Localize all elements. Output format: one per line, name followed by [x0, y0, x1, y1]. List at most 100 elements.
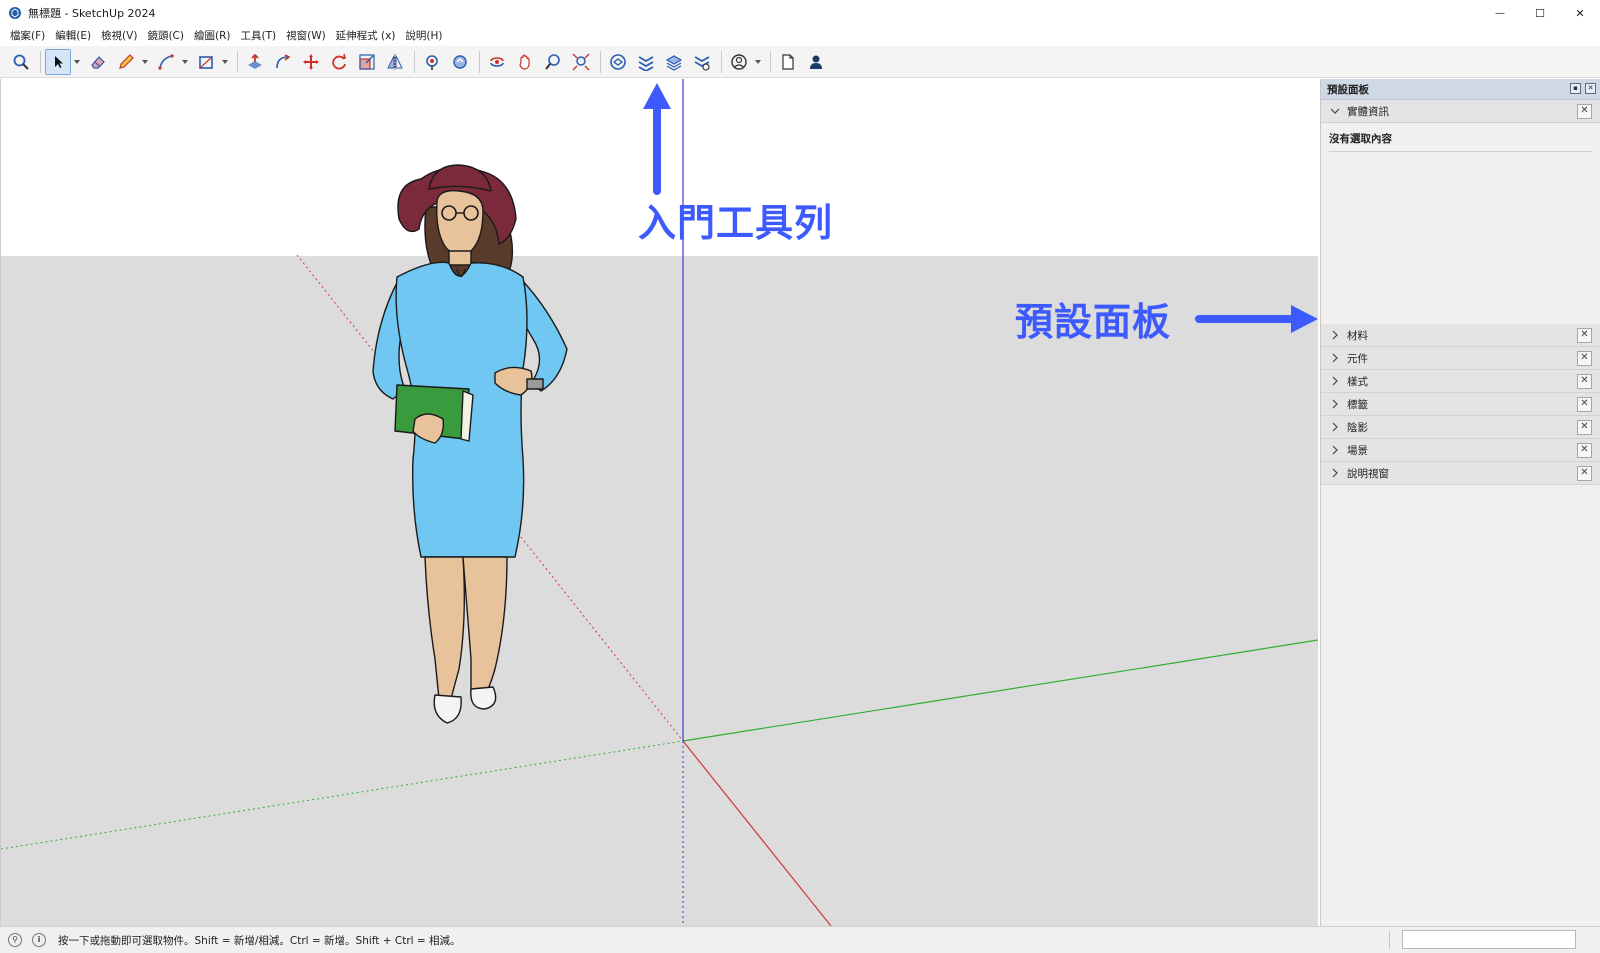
panel-label: 實體資訊 [1347, 105, 1389, 118]
toolbar-separator [414, 50, 415, 73]
rectangle-tool-button[interactable] [193, 49, 219, 75]
tray-annotation-label: 預設面板 [1015, 300, 1172, 344]
close-window-button[interactable]: ✕ [1560, 0, 1600, 26]
panel-close-button[interactable]: ✕ [1577, 466, 1592, 481]
panel-label: 場景 [1347, 444, 1368, 457]
close-icon: ✕ [1587, 84, 1594, 92]
pencil-icon [119, 53, 134, 69]
maximize-button[interactable]: ☐ [1520, 0, 1560, 26]
panel-label: 標籤 [1347, 398, 1368, 411]
chevron-down-icon [142, 59, 148, 64]
3d-warehouse-button[interactable] [605, 49, 631, 75]
toolbar-separator [237, 50, 238, 73]
mirror-tool-button[interactable] [382, 49, 408, 75]
account-button[interactable] [726, 49, 752, 75]
push-pull-tool-button[interactable] [242, 49, 268, 75]
menu-view[interactable]: 檢視(V) [96, 26, 142, 46]
offset-tool-button[interactable] [270, 49, 296, 75]
tray-header: 預設面板 ▪ ✕ [1321, 79, 1600, 100]
minimize-button[interactable]: — [1480, 0, 1520, 26]
status-bar: ⚲ i 按一下或拖動即可選取物件。Shift = 新增/相減。Ctrl = 新增… [0, 926, 1600, 953]
panel-close-button[interactable]: ✕ [1577, 328, 1592, 343]
menu-help[interactable]: 說明(H) [400, 26, 447, 46]
account-icon [731, 53, 747, 70]
arc-tool-button[interactable] [153, 49, 179, 75]
title-bar: 無標題 - SketchUp 2024 — ☐ ✕ [0, 0, 1600, 26]
toolbar-separator [479, 50, 480, 73]
select-dropdown[interactable] [73, 49, 81, 75]
menu-tools[interactable]: 工具(T) [235, 26, 281, 46]
pencil-dropdown[interactable] [141, 49, 149, 75]
panel-close-button[interactable]: ✕ [1577, 374, 1592, 389]
panel-components[interactable]: 元件 ✕ [1321, 347, 1600, 370]
arc-dropdown[interactable] [181, 49, 189, 75]
move-tool-button[interactable] [298, 49, 324, 75]
select-tool-button[interactable] [45, 48, 71, 75]
zoom-tool-button[interactable] [540, 49, 566, 75]
menu-file[interactable]: 檔案(F) [5, 26, 50, 46]
chevron-down-icon [755, 59, 761, 64]
info-icon[interactable]: i [32, 933, 46, 947]
extension-warehouse-button[interactable] [633, 49, 659, 75]
minimize-icon: — [1495, 7, 1505, 19]
panel-instructor[interactable]: 說明視窗 ✕ [1321, 462, 1600, 485]
close-icon: ✕ [1580, 467, 1589, 478]
layout-icon [665, 54, 683, 71]
user-button[interactable] [803, 49, 829, 75]
pan-icon [519, 53, 530, 70]
new-file-button[interactable] [775, 49, 801, 75]
extension-manager-button[interactable] [689, 49, 715, 75]
panel-shadows[interactable]: 陰影 ✕ [1321, 416, 1600, 439]
rotate-tool-button[interactable] [326, 49, 352, 75]
rectangle-dropdown[interactable] [221, 49, 229, 75]
zoom-extents-tool-button[interactable] [568, 49, 594, 75]
maximize-icon: ☐ [1535, 6, 1545, 20]
close-icon: ✕ [1580, 398, 1589, 409]
chevron-right-icon [1327, 445, 1343, 455]
menu-camera[interactable]: 鏡頭(C) [142, 26, 189, 46]
toolbar-separator [721, 50, 722, 73]
menu-edit[interactable]: 編輯(E) [50, 26, 96, 46]
layout-button[interactable] [661, 49, 687, 75]
rotate-icon [332, 53, 347, 69]
panel-materials[interactable]: 材料 ✕ [1321, 324, 1600, 347]
scale-tool-button[interactable] [354, 49, 380, 75]
panel-close-button[interactable]: ✕ [1577, 397, 1592, 412]
panel-entity-info[interactable]: 實體資訊 ✕ [1321, 100, 1600, 123]
panel-scenes[interactable]: 場景 ✕ [1321, 439, 1600, 462]
paint-bucket-tool-button[interactable] [419, 49, 445, 75]
divider [1329, 151, 1592, 152]
close-icon: ✕ [1580, 105, 1589, 116]
measurements-box[interactable] [1402, 930, 1576, 949]
panel-close-button[interactable]: ✕ [1577, 104, 1592, 119]
chevron-right-icon [1327, 353, 1343, 363]
geo-location-icon[interactable]: ⚲ [8, 933, 22, 947]
tray-close-button[interactable]: ✕ [1585, 83, 1596, 94]
orbit-tool-button[interactable] [484, 49, 510, 75]
panel-close-button[interactable]: ✕ [1577, 351, 1592, 366]
menu-draw[interactable]: 繪圖(R) [189, 26, 236, 46]
extension-manager-icon [694, 55, 710, 71]
search-button[interactable] [8, 49, 34, 75]
panel-close-button[interactable]: ✕ [1577, 420, 1592, 435]
modeling-viewport[interactable]: 入門工具列 預設面板 [0, 79, 1318, 926]
account-dropdown[interactable] [754, 49, 762, 75]
panel-tags[interactable]: 標籤 ✕ [1321, 393, 1600, 416]
menu-window[interactable]: 視窗(W) [281, 26, 331, 46]
mirror-icon [387, 53, 403, 70]
chevron-right-icon [1327, 468, 1343, 478]
panel-label: 材料 [1347, 329, 1368, 342]
tray-pin-button[interactable]: ▪ [1570, 83, 1581, 94]
panel-styles[interactable]: 樣式 ✕ [1321, 370, 1600, 393]
menu-extensions[interactable]: 延伸程式 (x) [331, 26, 401, 46]
panel-close-button[interactable]: ✕ [1577, 443, 1592, 458]
chevron-down-icon [1327, 108, 1343, 114]
pan-tool-button[interactable] [512, 49, 538, 75]
eraser-tool-button[interactable] [85, 49, 111, 75]
eraser-icon [91, 55, 105, 69]
close-icon: ✕ [1580, 352, 1589, 363]
new-file-icon [782, 53, 794, 70]
select-icon [55, 55, 63, 68]
pencil-tool-button[interactable] [113, 49, 139, 75]
tape-measure-tool-button[interactable] [447, 49, 473, 75]
